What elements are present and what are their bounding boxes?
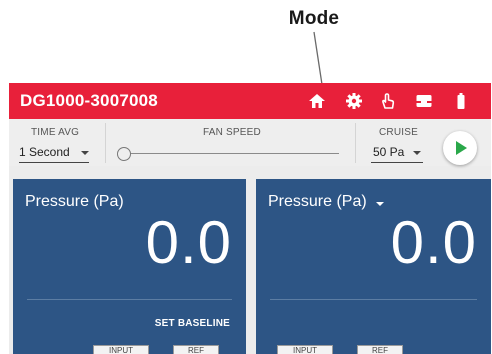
tab-input-right[interactable]: INPUT bbox=[277, 345, 333, 354]
title-bar: DG1000-3007008 bbox=[9, 83, 491, 119]
start-button[interactable] bbox=[443, 131, 477, 165]
pressure-panel-right[interactable]: Pressure (Pa) 0.0 bbox=[256, 179, 491, 354]
panel-divider bbox=[270, 299, 477, 300]
inbox-icon[interactable] bbox=[414, 91, 434, 111]
device-title: DG1000-3007008 bbox=[20, 91, 158, 110]
time-avg-underline bbox=[19, 162, 89, 163]
panel-title: Pressure (Pa) bbox=[25, 193, 124, 210]
fan-speed-slider-track[interactable] bbox=[129, 153, 339, 154]
pressure-panel-left[interactable]: Pressure (Pa) 0.0 SET BASELINE bbox=[13, 179, 246, 354]
play-icon bbox=[456, 141, 467, 155]
panel-divider bbox=[27, 299, 232, 300]
fan-speed-label: FAN SPEED bbox=[203, 127, 261, 138]
pressure-readout: 0.0 bbox=[390, 209, 477, 276]
app-window: DG1000-3007008 TIME AVG 1 Second FAN SPE… bbox=[9, 83, 491, 354]
tab-input-left[interactable]: INPUT bbox=[93, 345, 149, 354]
chevron-down-icon bbox=[413, 151, 421, 155]
pressure-readout: 0.0 bbox=[145, 209, 232, 276]
home-icon[interactable] bbox=[307, 91, 327, 111]
time-avg-value: 1 Second bbox=[19, 145, 70, 159]
mode-selector-label: Pressure (Pa) bbox=[268, 193, 367, 210]
gear-icon[interactable] bbox=[344, 91, 364, 111]
cruise-label: CRUISE bbox=[379, 127, 418, 138]
chevron-down-icon bbox=[376, 202, 384, 206]
set-baseline-button[interactable]: SET BASELINE bbox=[155, 318, 230, 329]
battery-icon bbox=[457, 93, 465, 109]
toolbar-divider bbox=[105, 123, 106, 163]
cruise-underline bbox=[371, 162, 423, 163]
tab-ref-right[interactable]: REF bbox=[357, 345, 403, 354]
fan-speed-slider-thumb[interactable] bbox=[117, 147, 131, 161]
tab-ref-left[interactable]: REF bbox=[173, 345, 219, 354]
time-avg-label: TIME AVG bbox=[31, 127, 80, 138]
touch-gesture-icon[interactable] bbox=[378, 91, 398, 111]
control-toolbar: TIME AVG 1 Second FAN SPEED CRUISE 50 Pa bbox=[9, 119, 491, 166]
cruise-value: 50 Pa bbox=[373, 145, 405, 159]
chevron-down-icon bbox=[81, 151, 89, 155]
toolbar-divider bbox=[355, 123, 356, 163]
mode-callout-label: Mode bbox=[288, 8, 340, 29]
